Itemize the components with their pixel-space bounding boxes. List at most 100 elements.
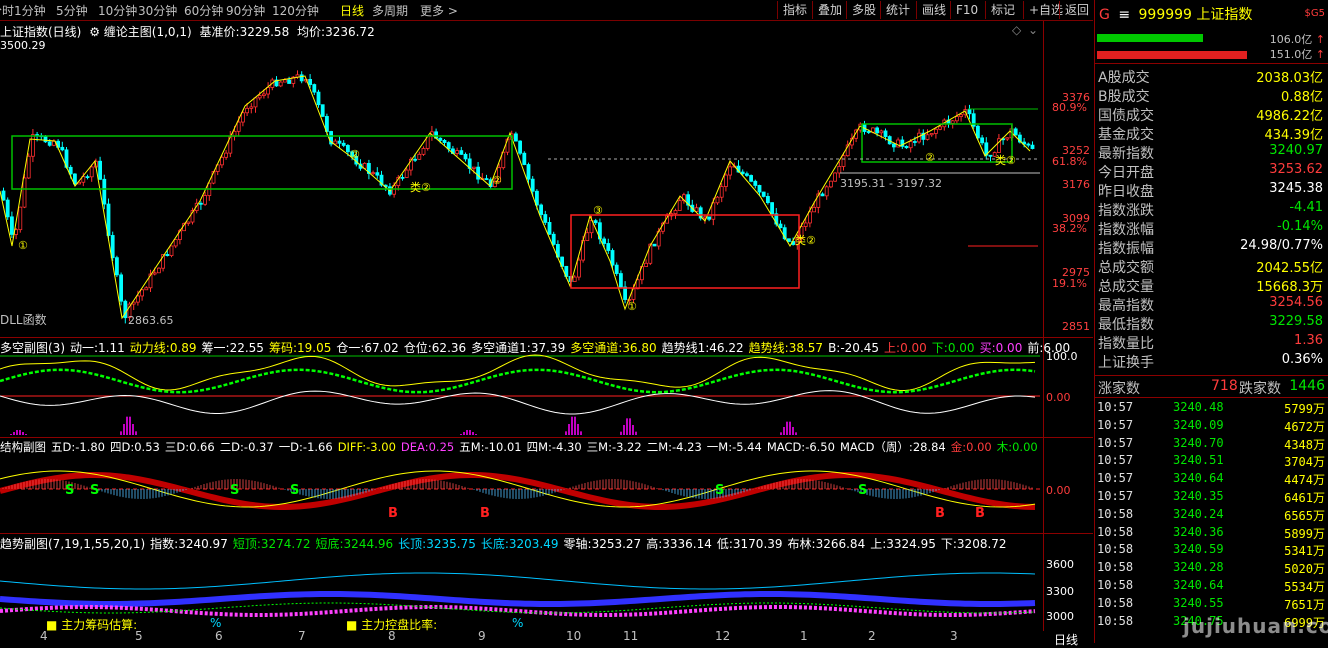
candle-body xyxy=(929,133,934,136)
pane3-value-10: 二M:-4.23 xyxy=(647,440,702,454)
pane2-bar xyxy=(466,430,468,435)
pane2-val: 46.22 xyxy=(709,341,744,355)
stat-row-7: 指数涨跌 -4.41 xyxy=(1095,200,1328,219)
tick-price: 3240.09 xyxy=(1173,417,1224,432)
tick-volume: 5341万 xyxy=(1284,544,1325,559)
tick-volume: 4672万 xyxy=(1284,419,1325,434)
pane2-key: 趋势线1: xyxy=(661,341,710,355)
main-indicator[interactable]: 缠论主图(1,0,1) xyxy=(104,25,192,39)
candle-body xyxy=(925,134,930,140)
candle-body xyxy=(526,164,531,180)
pane2-bar xyxy=(635,431,637,435)
toolbar-button-8[interactable]: 返回 xyxy=(1059,1,1094,19)
pane3-label[interactable]: 结构副图 xyxy=(0,440,46,454)
period-tab-8[interactable]: 日线 xyxy=(340,2,364,19)
stat-row-9: 指数振幅 24.98/0.77% xyxy=(1095,238,1328,257)
tick-time: 10:58 xyxy=(1097,613,1134,628)
pct-mark: % xyxy=(210,616,222,630)
period-tab-6[interactable]: 90分钟 xyxy=(226,2,265,19)
candle-body xyxy=(610,250,615,266)
pane2-bar xyxy=(129,416,131,435)
tick-price: 3240.48 xyxy=(1173,400,1224,414)
toolbar-button-0[interactable]: 指标 xyxy=(777,1,812,19)
sell-volume-bar xyxy=(1097,51,1247,59)
tick-price: 3240.64 xyxy=(1173,578,1224,592)
candle-body xyxy=(169,245,174,257)
candle-body xyxy=(156,267,161,274)
candle-body xyxy=(421,148,426,155)
pane2-bar xyxy=(568,424,570,435)
pane2-label[interactable]: 多空副图(3) xyxy=(0,341,65,355)
pane3-value-13: MACD（周）:28.84 xyxy=(840,440,946,454)
tick-time: 10:58 xyxy=(1097,560,1134,575)
pane4-band xyxy=(0,590,1036,608)
tick-row-9: 10:58 3240.28 5020万 xyxy=(1095,559,1328,577)
pane4-val: 3336.14 xyxy=(662,537,712,551)
pane2-info: 多空副图(3) 动一:1.11 动力线:0.89 筹一:22.55 筹码:19.05 仓一… xyxy=(0,339,1070,356)
price-level-5: 2851 xyxy=(1062,320,1090,333)
pane4-axis-3300: 3300 xyxy=(1046,585,1074,598)
tick-volume: 3704万 xyxy=(1284,455,1325,470)
stat-value: 2042.55亿 xyxy=(1256,261,1323,276)
pane2-val: 37.39 xyxy=(530,341,566,355)
pane2-val: 1.11 xyxy=(98,341,125,355)
tick-row-5: 10:57 3240.35 6461万 xyxy=(1095,488,1328,506)
period-tab-1[interactable]: 1分钟 xyxy=(14,2,46,19)
toolbar-button-6[interactable]: 标记 xyxy=(985,1,1020,19)
diamond-icon[interactable]: ◇ xyxy=(1012,23,1021,37)
tick-volume: 4474万 xyxy=(1284,473,1325,488)
candle-body xyxy=(514,133,518,142)
candle-body xyxy=(18,206,23,231)
tick-time: 10:58 xyxy=(1097,524,1134,539)
candle-body xyxy=(677,200,682,211)
toolbar-button-3[interactable]: 统计 xyxy=(880,1,915,19)
pane3-value-4: 一D:-1.66 xyxy=(279,440,333,454)
pane2-bar xyxy=(780,432,782,435)
pane4-line xyxy=(0,572,1036,590)
pane2-bar xyxy=(16,430,18,435)
pane2-bar xyxy=(620,431,622,435)
toolbar-button-2[interactable]: 多股 xyxy=(846,1,881,19)
pane2-line-white xyxy=(0,390,1036,415)
pane2-bar xyxy=(580,431,582,435)
chevron-down-icon[interactable]: ⌄ xyxy=(1028,23,1038,37)
pane-divider[interactable] xyxy=(0,437,1093,438)
pane4-key: 低: xyxy=(716,537,733,551)
candle-body xyxy=(572,276,577,282)
signal-mark: S xyxy=(715,483,724,498)
toolbar-button-4[interactable]: 画线 xyxy=(916,1,951,19)
stat-label: B股成交 xyxy=(1098,89,1150,105)
candle-body xyxy=(1013,128,1018,136)
pane4-label[interactable]: 趋势副图(7,19,1,55,20,1) xyxy=(0,537,145,551)
toolbar-button-5[interactable]: F10 xyxy=(950,1,983,19)
period-tab-0[interactable]: 分时 xyxy=(0,2,14,19)
candle-body xyxy=(543,214,548,223)
stat-value: 434.39亿 xyxy=(1264,128,1324,143)
stat-label: 指数涨跌 xyxy=(1098,203,1154,219)
period-tab-9[interactable]: 多周期 xyxy=(372,2,408,19)
candle-body xyxy=(866,131,871,133)
pane3-val: -4.23 xyxy=(672,440,702,454)
period-tab-3[interactable]: 10分钟 xyxy=(98,2,137,19)
pane3-key: 一M: xyxy=(706,440,733,454)
period-tab-10[interactable]: 更多 > xyxy=(420,2,458,19)
candle-body xyxy=(518,140,522,154)
pane2-value-7: 多空通道:36.80 xyxy=(570,341,656,355)
period-tab-7[interactable]: 120分钟 xyxy=(272,2,319,19)
period-tab-4[interactable]: 30分钟 xyxy=(138,2,177,19)
pane-divider[interactable] xyxy=(0,337,1093,338)
period-badge[interactable]: 日线 xyxy=(1054,631,1078,648)
candle-body xyxy=(173,239,178,247)
signal-mark: B xyxy=(935,506,945,521)
price-axis-divider xyxy=(1043,21,1044,631)
candle-body xyxy=(967,109,972,115)
stat-row-11: 总成交量 15668.3万 xyxy=(1095,276,1328,295)
menu-icon[interactable]: ≡ xyxy=(1118,7,1130,23)
pane3-val: 0.53 xyxy=(134,440,160,454)
gear-icon[interactable]: ⚙ xyxy=(89,25,100,39)
period-tab-2[interactable]: 5分钟 xyxy=(56,2,88,19)
pane-divider[interactable] xyxy=(0,533,1093,534)
stat-label: 指数量比 xyxy=(1098,336,1154,352)
toolbar-button-1[interactable]: 叠加 xyxy=(812,1,847,19)
period-tab-5[interactable]: 60分钟 xyxy=(184,2,223,19)
